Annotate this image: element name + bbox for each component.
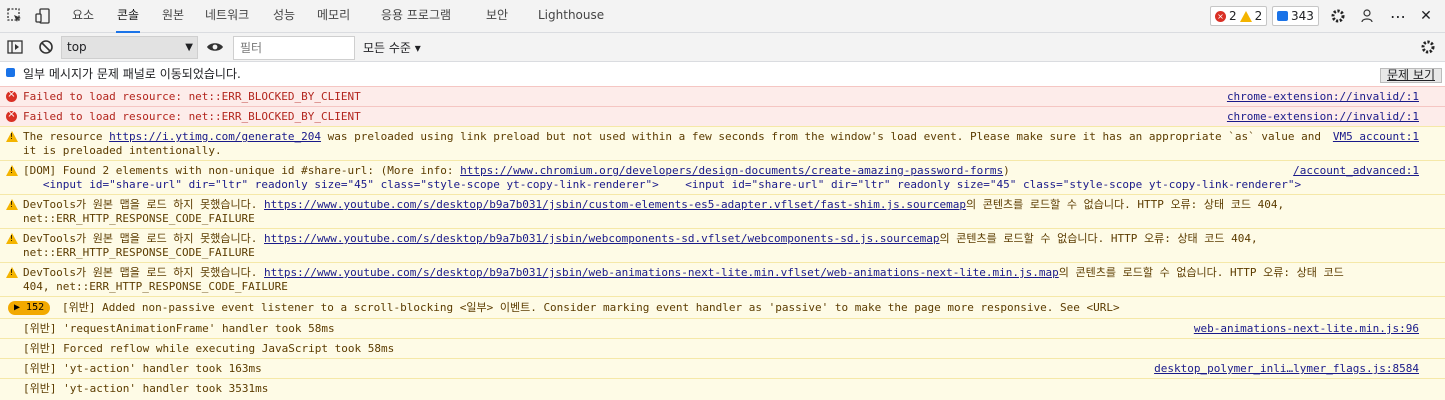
source-link[interactable]: desktop_polymer_inli…lymer_flags.js:8584 [1154,362,1419,376]
warning-message: DevTools가 원본 맵을 로드 하지 못했습니다. https://www… [23,266,1344,294]
log-levels-dropdown[interactable]: 모든 수준 ▾ [363,39,421,56]
group-count: 152 [26,302,45,313]
tab-sources[interactable]: 원본 [162,0,184,33]
issues-moved-notice: 일부 메시지가 문제 패널로 이동되었습니다. 문제 보기 [0,62,1445,85]
tab-network[interactable]: 네트워크 [205,0,249,33]
warning-message: DevTools가 원본 맵을 로드 하지 못했습니다. https://www… [23,198,1284,226]
live-expression-eye-icon[interactable] [206,38,224,56]
message-text: 의 콘텐츠를 로드할 수 없습니다. HTTP 오류: 상태 코드 [1058,266,1344,279]
message-link[interactable]: https://www.youtube.com/s/desktop/b9a7b0… [264,198,966,211]
violation-row: [위반] 'yt-action' handler took 3531ms [0,378,1445,400]
source-link[interactable]: chrome-extension://invalid/:1 [1227,90,1419,104]
message-text: The resource [23,130,110,143]
error-count: 2 [1229,9,1237,23]
device-toolbar-icon[interactable] [34,7,52,25]
console-settings-gear-icon[interactable] [1419,38,1437,56]
warning-count: 2 [1254,9,1263,23]
warning-icon [6,131,18,142]
tab-console[interactable]: 콘솔 [116,0,141,33]
show-sidebar-icon[interactable] [6,38,24,56]
console-error-row: Failed to load resource: net::ERR_BLOCKE… [0,106,1445,126]
tab-lighthouse[interactable]: Lighthouse [538,0,604,33]
message-link[interactable]: https://www.youtube.com/s/desktop/b9a7b0… [264,232,940,245]
warning-message: DevTools가 원본 맵을 로드 하지 못했습니다. https://www… [23,232,1258,260]
message-count: 343 [1291,9,1314,23]
context-value: top [67,40,87,54]
clear-console-icon[interactable] [37,38,55,56]
warning-icon [6,199,18,210]
console-warning-row: The resource https://i.ytimg.com/generat… [0,126,1445,160]
feedback-icon[interactable] [1359,7,1377,25]
violation-message: [위반] 'yt-action' handler took 3531ms [23,382,269,395]
violation-message: [위반] 'requestAnimationFrame' handler too… [23,322,335,335]
source-link[interactable]: VM5 account:1 [1333,130,1419,144]
issues-counter[interactable]: × 2 2 [1210,6,1268,26]
message-text: 의 콘텐츠를 로드할 수 없습니다. HTTP 오류: 상태 코드 404, [939,232,1258,245]
dropdown-arrow-icon: ▼ [185,42,193,53]
view-issues-button[interactable]: 문제 보기 [1380,68,1442,83]
info-message-icon [6,68,17,79]
violation-message: [위반] Forced reflow while executing JavaS… [23,342,395,355]
message-icon [1277,11,1288,21]
source-link[interactable]: chrome-extension://invalid/:1 [1227,110,1419,124]
devtools-tab-bar: 요소 콘솔 원본 네트워크 성능 메모리 응용 프로그램 보안 Lighthou… [0,0,1445,33]
source-link[interactable]: /account_advanced:1 [1293,164,1419,178]
violation-group-row[interactable]: ▶ 152 [위반] Added non-passive event liste… [0,296,1445,318]
inspect-element-icon[interactable] [6,7,24,25]
messages-counter[interactable]: 343 [1272,6,1319,26]
message-text: DevTools가 원본 맵을 로드 하지 못했습니다. [23,198,265,211]
error-icon: × [1215,10,1226,22]
message-link[interactable]: https://www.youtube.com/s/desktop/b9a7b0… [264,266,1059,279]
source-link[interactable]: web-animations-next-lite.min.js:96 [1194,322,1419,336]
error-message: Failed to load resource: net::ERR_BLOCKE… [23,110,361,123]
violation-row: [위반] 'yt-action' handler took 163ms desk… [0,358,1445,378]
message-text: 404, net::ERR_HTTP_RESPONSE_CODE_FAILURE [23,280,288,293]
console-toolbar: top ▼ 모든 수준 ▾ [0,33,1445,62]
filter-input[interactable] [233,36,355,60]
error-icon [6,89,17,102]
warning-icon [6,233,18,244]
message-text: it is preloaded intentionally. [23,144,222,157]
console-messages: 일부 메시지가 문제 패널로 이동되었습니다. 문제 보기 Failed to … [0,62,1445,400]
warning-icon [1239,10,1252,22]
error-message: Failed to load resource: net::ERR_BLOCKE… [23,90,361,103]
warning-icon [6,267,18,278]
console-warning-row: DevTools가 원본 맵을 로드 하지 못했습니다. https://www… [0,228,1445,262]
message-link[interactable]: https://www.chromium.org/developers/desi… [460,164,1003,177]
console-warning-row: [DOM] Found 2 elements with non-unique i… [0,160,1445,194]
message-text: net::ERR_HTTP_RESPONSE_CODE_FAILURE [23,246,255,259]
tab-security[interactable]: 보안 [486,0,508,33]
error-icon [6,109,17,122]
console-warning-row: DevTools가 원본 맵을 로드 하지 못했습니다. https://www… [0,194,1445,228]
violation-row: [위반] Forced reflow while executing JavaS… [0,338,1445,358]
violation-message: [위반] 'yt-action' handler took 163ms [23,362,262,375]
warning-message: The resource https://i.ytimg.com/generat… [23,130,1321,158]
message-text: [DOM] Found 2 elements with non-unique i… [23,164,461,177]
notice-text: 일부 메시지가 문제 패널로 이동되었습니다. [23,67,241,81]
settings-gear-icon[interactable] [1329,7,1347,25]
console-error-row: Failed to load resource: net::ERR_BLOCKE… [0,86,1445,106]
warning-message: [DOM] Found 2 elements with non-unique i… [23,164,1301,192]
message-text: ) [1003,164,1010,177]
violation-row: [위반] 'requestAnimationFrame' handler too… [0,318,1445,338]
context-selector[interactable]: top ▼ [61,36,198,59]
tab-elements[interactable]: 요소 [72,0,94,33]
message-text: DevTools가 원본 맵을 로드 하지 못했습니다. [23,232,265,245]
group-count-badge[interactable]: ▶ 152 [8,301,51,315]
group-message: [위반] Added non-passive event listener to… [62,301,1120,314]
message-text: DevTools가 원본 맵을 로드 하지 못했습니다. [23,266,265,279]
message-text: 의 콘텐츠를 로드할 수 없습니다. HTTP 오류: 상태 코드 404, [966,198,1285,211]
more-options-icon[interactable]: ⋯ [1389,7,1407,26]
console-warning-row: DevTools가 원본 맵을 로드 하지 못했습니다. https://www… [0,262,1445,296]
tab-application[interactable]: 응용 프로그램 [381,0,451,33]
message-text: net::ERR_HTTP_RESPONSE_CODE_FAILURE [23,212,255,225]
close-icon[interactable]: ✕ [1417,7,1435,25]
tab-performance[interactable]: 성능 [273,0,295,33]
tab-memory[interactable]: 메모리 [317,0,350,33]
message-text: was preloaded using link preload but not… [321,130,1322,143]
warning-icon [6,165,18,176]
element-preview[interactable]: <input id="share-url" dir="ltr" readonly… [23,178,1301,191]
message-link[interactable]: https://i.ytimg.com/generate_204 [109,130,321,143]
